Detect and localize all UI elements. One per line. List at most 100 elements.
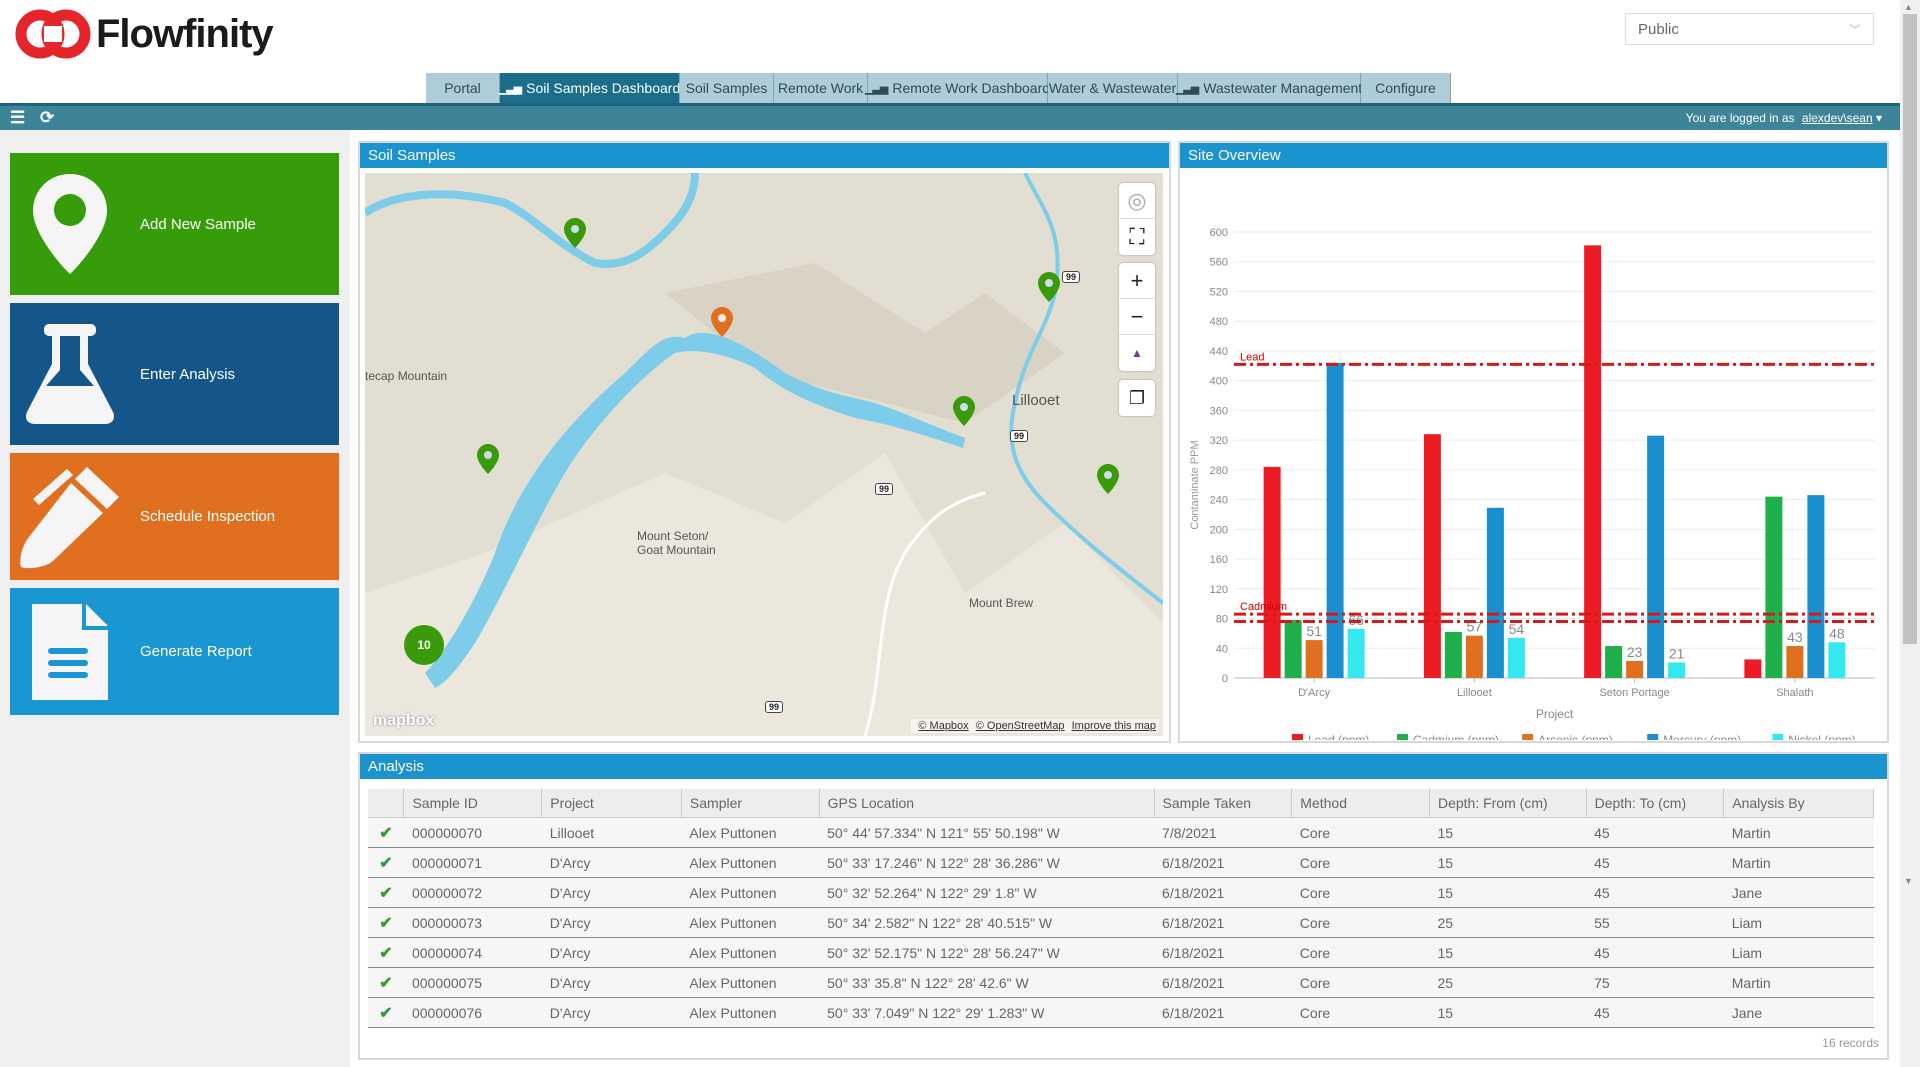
table-cell: Jane [1723, 997, 1874, 1028]
fullscreen-icon[interactable]: ⛶ [1119, 219, 1155, 255]
tab-water-wastewater[interactable]: Water & Wastewater [1048, 73, 1178, 103]
sample-marker-green[interactable] [1037, 271, 1061, 303]
table-row[interactable]: ✔ 000000071 D'Arcy Alex Puttonen 50° 33' 17.… [368, 847, 1874, 878]
bar-chart-icon: ▁▃▅ [1175, 82, 1199, 95]
scrollbar-thumb[interactable] [1903, 14, 1917, 644]
data-label: 51 [1306, 623, 1322, 639]
y-tick-label: 160 [1210, 554, 1228, 566]
table-cell: Alex Puttonen [681, 997, 820, 1028]
enter-analysis-tile[interactable]: Enter Analysis [10, 303, 339, 445]
caret-down-icon[interactable]: ▾ [1876, 111, 1882, 125]
zoom-out-button[interactable]: − [1119, 299, 1155, 335]
refresh-icon[interactable]: ⟳ [40, 108, 54, 128]
mapbox-attribution-link[interactable]: © Mapbox [918, 720, 968, 732]
column-header[interactable]: Sampler [681, 789, 820, 818]
compass-icon[interactable]: ▲ [1119, 335, 1155, 371]
table-cell: 15 [1429, 997, 1587, 1028]
tab-portal[interactable]: Portal [426, 73, 500, 103]
table-row[interactable]: ✔ 000000075 D'Arcy Alex Puttonen 50° 33' 35.… [368, 967, 1874, 998]
username-link[interactable]: alexdev\sean [1802, 111, 1873, 125]
table-cell: Core [1291, 877, 1430, 908]
table-cell: 000000076 [403, 997, 542, 1028]
menu-icon[interactable]: ☰ [10, 108, 25, 128]
sample-marker-green[interactable] [476, 443, 500, 475]
check-icon: ✔ [368, 877, 404, 908]
geolocate-icon[interactable]: ◎ [1119, 183, 1155, 219]
table-cell: Core [1291, 937, 1430, 968]
table-cell: Martin [1723, 817, 1874, 848]
scroll-up-icon[interactable]: ▲ [1904, 2, 1913, 12]
login-info: You are logged in as alexdev\sean ▾ [1686, 111, 1882, 125]
table-row[interactable]: ✔ 000000072 D'Arcy Alex Puttonen 50° 32' 52.… [368, 877, 1874, 908]
table-cell: Alex Puttonen [681, 967, 820, 998]
add-new-sample-tile[interactable]: Add New Sample [10, 153, 339, 295]
y-tick-label: 40 [1216, 643, 1228, 655]
table-row[interactable]: ✔ 000000073 D'Arcy Alex Puttonen 50° 34' 2.5… [368, 907, 1874, 938]
visibility-select[interactable]: Public ﹀ [1625, 13, 1874, 45]
table-cell: 50° 33' 17.246" N 122° 28' 36.286" W [819, 847, 1155, 878]
y-tick-label: 200 [1210, 524, 1228, 536]
tab-wastewater-management[interactable]: ▁▃▅ Wastewater Management [1175, 73, 1363, 103]
zoom-in-button[interactable]: + [1119, 263, 1155, 299]
flowfinity-logo[interactable]: Flowfinity [14, 8, 274, 60]
table-cell: 000000072 [403, 877, 542, 908]
y-tick-label: 280 [1210, 465, 1228, 477]
sample-marker-orange[interactable] [710, 306, 734, 338]
table-cell: 000000071 [403, 847, 542, 878]
legend-swatch [1397, 734, 1408, 740]
column-header[interactable]: Project [541, 789, 682, 818]
tab-label: Soil Samples Dashboard [526, 80, 681, 96]
soil-samples-map[interactable]: tecap Mountain Lillooet Mount Seton/ Goa… [365, 173, 1163, 736]
column-header[interactable] [368, 789, 405, 818]
app-name: Flowfinity [96, 11, 274, 56]
table-cell: 55 [1586, 907, 1724, 938]
tab-remote-work-dashboard[interactable]: ▁▃▅ Remote Work Dashboard [865, 73, 1050, 103]
data-label: 54 [1509, 621, 1525, 637]
tab-soil-samples[interactable]: Soil Samples [680, 73, 774, 103]
table-cell: 50° 44' 57.334" N 121° 55' 50.198" W [819, 817, 1155, 848]
schedule-inspection-tile[interactable]: Schedule Inspection [10, 453, 339, 580]
column-header[interactable]: Depth: To (cm) [1586, 789, 1725, 818]
flowfinity-logo-icon [15, 9, 91, 59]
layers-icon[interactable]: ❐ [1119, 380, 1155, 416]
column-header[interactable]: Method [1291, 789, 1430, 818]
pen-icon [20, 466, 119, 568]
marker-cluster[interactable]: 10 [404, 625, 444, 665]
tab-remote-work[interactable]: Remote Work [774, 73, 868, 103]
table-cell: 15 [1429, 847, 1587, 878]
visibility-select-value: Public [1638, 20, 1679, 38]
legend-label: Lead (ppm) [1308, 733, 1369, 740]
bar-cadmium [1284, 620, 1302, 678]
tab-label: Soil Samples [685, 80, 768, 96]
table-cell: Core [1291, 847, 1430, 878]
improve-map-link[interactable]: Improve this map [1072, 720, 1156, 732]
column-header[interactable]: Sample Taken [1154, 789, 1293, 818]
table-cell: 000000075 [403, 967, 542, 998]
nav-tabs: Portal ▁▃▅ Soil Samples Dashboard Soil Samp… [426, 73, 1451, 103]
y-tick-label: 80 [1216, 614, 1228, 626]
osm-attribution-link[interactable]: © OpenStreetMap [976, 720, 1065, 732]
table-row[interactable]: ✔ 000000074 D'Arcy Alex Puttonen 50° 32' 52.… [368, 937, 1874, 968]
tab-soil-samples-dashboard[interactable]: ▁▃▅ Soil Samples Dashboard [499, 73, 681, 103]
tab-label: Wastewater Management [1203, 80, 1363, 96]
scroll-down-icon[interactable]: ▼ [1904, 876, 1913, 886]
sample-marker-green[interactable] [563, 217, 587, 249]
y-tick-label: 120 [1210, 584, 1228, 596]
sample-marker-green[interactable] [952, 395, 976, 427]
tab-configure[interactable]: Configure [1361, 73, 1451, 103]
table-cell: 50° 32' 52.264" N 122° 29' 1.8" W [819, 877, 1155, 908]
record-count: 16 records [1822, 1036, 1879, 1050]
page-scrollbar[interactable]: ▲ ▼ [1900, 0, 1920, 1067]
column-header[interactable]: Sample ID [403, 789, 543, 818]
y-tick-label: 560 [1210, 257, 1228, 269]
bar-cadmium [1605, 646, 1623, 678]
sample-marker-green[interactable] [1096, 463, 1120, 495]
mapbox-logo[interactable]: mapbox [373, 712, 434, 730]
column-header[interactable]: Depth: From (cm) [1429, 789, 1587, 818]
table-row[interactable]: ✔ 000000070 Lillooet Alex Puttonen 50° 44' 5… [368, 817, 1874, 848]
generate-report-tile[interactable]: Generate Report [10, 588, 339, 715]
table-cell: 000000074 [403, 937, 542, 968]
column-header[interactable]: Analysis By [1723, 789, 1874, 818]
table-row[interactable]: ✔ 000000076 D'Arcy Alex Puttonen 50° 33' 7.0… [368, 997, 1874, 1028]
column-header[interactable]: GPS Location [819, 789, 1155, 818]
